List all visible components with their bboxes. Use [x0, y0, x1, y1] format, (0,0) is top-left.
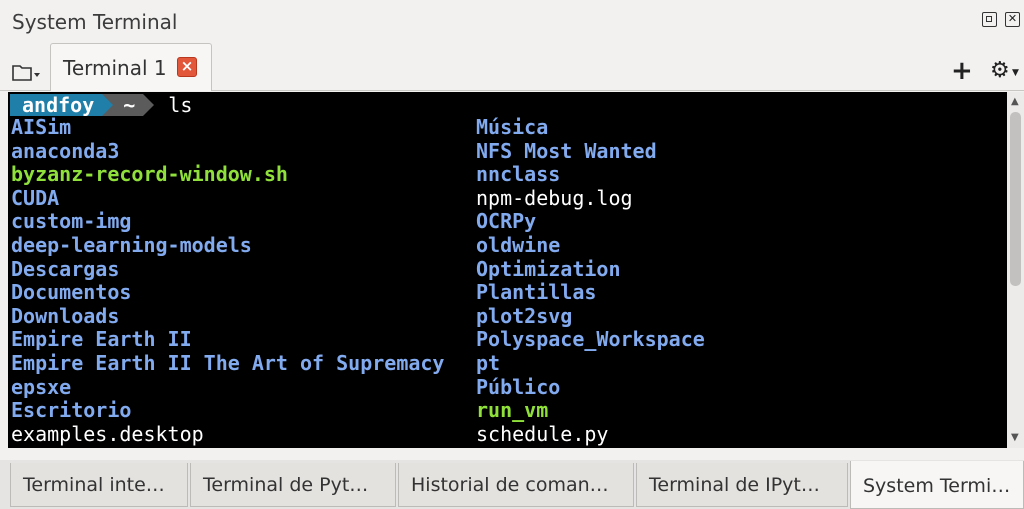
terminal-output[interactable]: andfoy ~ ls AISim anaconda3 byzanz-record-… — [8, 92, 1007, 448]
chevron-down-icon[interactable]: ▼ — [1012, 68, 1019, 78]
list-item: CUDA — [11, 185, 60, 210]
scrollbar-thumb[interactable] — [1010, 112, 1021, 286]
list-item: Empire Earth II The Art of Supremacy — [11, 350, 445, 375]
title-bar: System Terminal ✕ — [0, 0, 1024, 42]
list-item: Downloads — [11, 303, 120, 328]
gear-icon[interactable]: ⚙ — [990, 60, 1010, 82]
list-item: Escritorio — [11, 398, 132, 423]
prompt-separator-icon — [143, 94, 155, 116]
list-item: OCRPy — [476, 209, 537, 234]
list-item: deep-learning-models — [11, 232, 252, 257]
close-tab-icon[interactable]: × — [177, 57, 197, 77]
shell-prompt: andfoy ~ ls — [10, 94, 192, 116]
tab-command-history[interactable]: Historial de coman… — [398, 463, 634, 507]
tab-terminal-python[interactable]: Terminal de Pyt… — [190, 463, 396, 507]
listing-column-left: AISim anaconda3 byzanz-record-window.sh CUD… — [11, 115, 445, 446]
tab-label: Terminal de Pyt… — [203, 474, 369, 496]
prompt-separator-icon — [102, 94, 114, 116]
add-terminal-icon[interactable]: + — [951, 58, 973, 84]
list-item: byzanz-record-window.sh — [11, 162, 288, 187]
list-item: examples.desktop — [11, 421, 204, 446]
list-item: AISim — [11, 115, 72, 139]
list-item: Optimization — [476, 256, 621, 281]
list-item: Música — [476, 115, 549, 139]
list-item: NFS Most Wanted — [476, 138, 657, 163]
list-item: nnclass — [476, 162, 561, 187]
list-item: run_vm — [476, 398, 549, 423]
list-item: Descargas — [11, 256, 120, 281]
list-item: custom-img — [11, 209, 132, 234]
system-terminal-window: System Terminal ✕ Terminal 1 × + ⚙ ▼ and… — [0, 0, 1024, 509]
tab-label: Terminal de IPyt… — [649, 474, 820, 496]
prompt-command: ls — [168, 93, 193, 117]
restore-window-icon[interactable] — [982, 12, 997, 27]
list-item: oldwine — [476, 232, 561, 257]
prompt-directory: ~ — [113, 94, 144, 116]
folder-menu-icon[interactable] — [12, 62, 42, 82]
scroll-down-icon[interactable]: ▼ — [1011, 432, 1019, 443]
tab-label: Historial de coman… — [411, 474, 609, 496]
tab-terminal-ipython[interactable]: Terminal de IPyt… — [636, 463, 848, 507]
list-item: plot2svg — [476, 303, 573, 328]
list-item: anaconda3 — [11, 138, 120, 163]
list-item: schedule.py — [476, 421, 609, 446]
scroll-up-icon[interactable]: ▲ — [1011, 96, 1019, 107]
list-item: Público — [476, 374, 561, 399]
list-item: Documentos — [11, 280, 132, 305]
list-item: npm-debug.log — [476, 185, 633, 210]
tab-label: Terminal inte… — [23, 474, 165, 496]
list-item: Empire Earth II — [11, 327, 192, 352]
listing-column-right: Música NFS Most Wanted nnclass npm-debug.lo… — [476, 115, 705, 446]
list-item: epsxe — [11, 374, 72, 399]
tab-system-terminal[interactable]: System Termi… — [850, 461, 1024, 509]
list-item: Plantillas — [476, 280, 597, 305]
list-item: pt — [476, 350, 501, 375]
list-item: Polyspace_Workspace — [476, 327, 705, 352]
close-window-icon[interactable]: ✕ — [1005, 12, 1020, 27]
tab-terminal-1[interactable]: Terminal 1 × — [50, 43, 212, 91]
tab-label: System Termi… — [863, 475, 1011, 497]
window-title: System Terminal — [12, 10, 178, 34]
prompt-user: andfoy — [10, 94, 103, 116]
tab-label: Terminal 1 — [63, 56, 167, 80]
tab-terminal-interactive[interactable]: Terminal inte… — [10, 463, 188, 507]
